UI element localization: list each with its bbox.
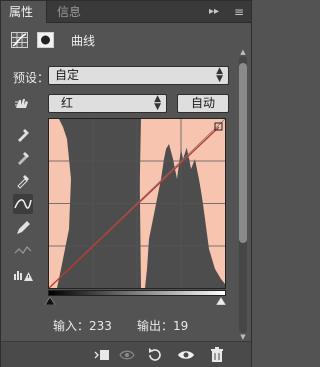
tab-bar: 属性 信息 ▸▸ ≡ bbox=[1, 1, 251, 23]
gray-eyedropper-icon[interactable] bbox=[13, 147, 33, 167]
black-eyedropper-icon[interactable] bbox=[13, 124, 33, 144]
curves-graph[interactable] bbox=[48, 118, 226, 289]
input-label: 输入： bbox=[53, 319, 90, 333]
channel-value: 红 bbox=[61, 96, 74, 110]
white-eyedropper-icon[interactable] bbox=[13, 170, 33, 190]
panel-menu-button[interactable]: ≡ bbox=[234, 1, 244, 23]
channel-select[interactable]: 红 ▲ ▼ bbox=[48, 94, 167, 113]
collapse-panel-button[interactable]: ▸▸ bbox=[209, 1, 219, 23]
layer-mask-icon[interactable] bbox=[37, 32, 54, 48]
select-arrows-icon: ▲ ▼ bbox=[216, 66, 223, 84]
clipping-warning-icon[interactable] bbox=[13, 265, 33, 285]
scrollbar-thumb[interactable] bbox=[239, 63, 247, 243]
tab-info[interactable]: 信息 bbox=[49, 1, 89, 23]
view-previous-icon[interactable] bbox=[118, 346, 136, 364]
smooth-icon[interactable] bbox=[13, 241, 33, 261]
preset-label: 预设： bbox=[13, 71, 50, 85]
reset-icon[interactable] bbox=[146, 346, 164, 364]
curves-adjustment-icon[interactable] bbox=[11, 32, 28, 48]
select-arrows-icon: ▲ ▼ bbox=[154, 94, 161, 112]
target-adjust-icon[interactable] bbox=[13, 94, 33, 114]
output-readout: 输出：19 bbox=[137, 317, 188, 334]
delete-trash-icon[interactable] bbox=[208, 346, 226, 364]
input-value: 233 bbox=[89, 319, 112, 333]
adjustment-title: 曲线 bbox=[71, 34, 96, 48]
white-point-slider[interactable] bbox=[215, 295, 227, 306]
properties-panel: 属性 信息 ▸▸ ≡ 曲线 预设： 自定 ▲ ▼ 红 ▲ ▼ 自动 输入：233… bbox=[0, 0, 252, 367]
input-gradient-bar bbox=[48, 290, 226, 296]
output-label: 输出： bbox=[137, 319, 174, 333]
visibility-eye-icon[interactable] bbox=[177, 346, 195, 364]
preset-select[interactable]: 自定 ▲ ▼ bbox=[48, 66, 229, 85]
output-value: 19 bbox=[173, 319, 189, 333]
tab-properties[interactable]: 属性 bbox=[1, 1, 47, 23]
auto-button[interactable]: 自动 bbox=[177, 94, 229, 113]
scroll-down-arrow[interactable]: ▼ bbox=[238, 333, 248, 341]
preset-value: 自定 bbox=[55, 68, 80, 82]
scroll-up-arrow[interactable]: ▲ bbox=[238, 48, 248, 56]
pencil-draw-icon[interactable] bbox=[13, 218, 33, 238]
black-point-slider[interactable] bbox=[44, 295, 56, 306]
input-readout: 输入：233 bbox=[53, 317, 112, 334]
bottom-toolbar bbox=[1, 341, 251, 367]
clip-to-layer-icon[interactable] bbox=[93, 346, 111, 364]
curve-edit-icon[interactable] bbox=[13, 194, 33, 214]
